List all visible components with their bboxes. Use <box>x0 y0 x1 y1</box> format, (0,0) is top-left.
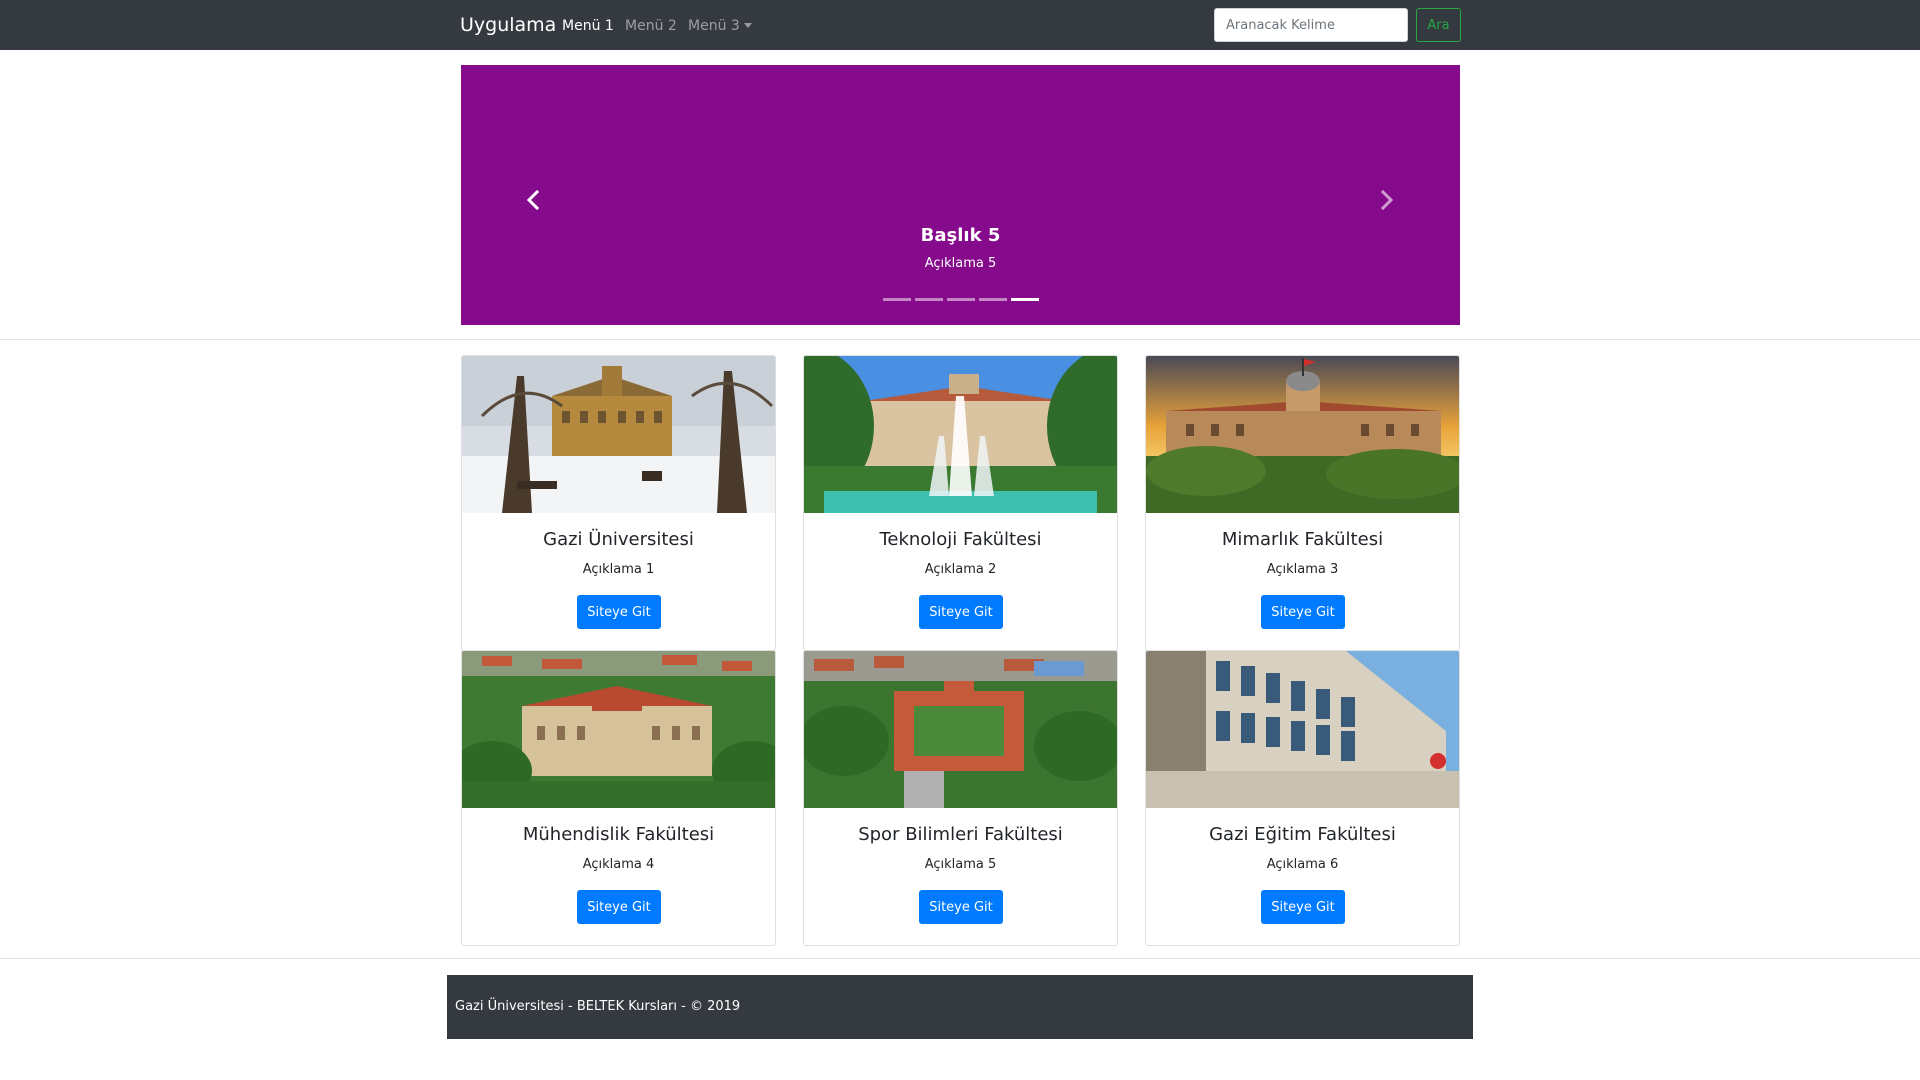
carousel-caption: Başlık 5 Açıklama 5 <box>461 224 1460 272</box>
card-title: Gazi Üniversitesi <box>543 529 694 550</box>
card-title: Mimarlık Fakültesi <box>1221 529 1384 550</box>
footer-text: Gazi Üniversitesi - BELTEK Kursları - © … <box>455 999 741 1014</box>
carousel-indicator-4[interactable] <box>978 298 1007 301</box>
nav-link-menu-1[interactable]: Menü 1 <box>562 17 614 35</box>
card-text: Açıklama 1 <box>582 562 655 577</box>
card-text: Açıklama 6 <box>1266 857 1339 872</box>
campus-snow-photo <box>462 356 775 513</box>
caret-down-icon <box>743 23 752 28</box>
card-title: Mühendislik Fakültesi <box>522 824 715 845</box>
card-title: Spor Bilimleri Fakültesi <box>858 824 1063 845</box>
card-title: Teknoloji Fakültesi <box>879 529 1042 550</box>
navbar-brand[interactable]: Uygulama <box>460 13 556 37</box>
carousel-indicators <box>461 298 1460 301</box>
search-input[interactable] <box>1214 8 1408 42</box>
card-mimarlik-fakultesi: Mimarlık Fakültesi Açıklama 3 Siteye Git <box>1145 355 1460 651</box>
carousel-indicator-2[interactable] <box>914 298 943 301</box>
navbar-inner: Uygulama Menü 1 Menü 2 Menü 3 Ara <box>460 0 1461 50</box>
divider-top <box>0 339 1920 340</box>
chevron-left-icon <box>526 190 540 210</box>
card-teknoloji-fakultesi: Teknoloji Fakültesi Açıklama 2 Siteye Gi… <box>803 355 1118 651</box>
divider-bottom <box>0 958 1920 959</box>
carousel-indicator-3[interactable] <box>946 298 975 301</box>
card-site-button[interactable]: Siteye Git <box>577 595 661 629</box>
footer: Gazi Üniversitesi - BELTEK Kursları - © … <box>447 975 1473 1039</box>
card-text: Açıklama 4 <box>582 857 655 872</box>
card-site-button[interactable]: Siteye Git <box>919 595 1003 629</box>
navbar: Uygulama Menü 1 Menü 2 Menü 3 Ara <box>0 0 1920 50</box>
card-site-button[interactable]: Siteye Git <box>1261 595 1345 629</box>
carousel-indicator-5[interactable] <box>1010 298 1039 301</box>
sunset-building-photo <box>1146 356 1459 513</box>
card-text: Açıklama 5 <box>924 857 997 872</box>
search-button[interactable]: Ara <box>1416 8 1461 42</box>
aerial-campus-photo <box>462 651 775 808</box>
chevron-right-icon <box>1380 190 1394 210</box>
carousel-indicator-1[interactable] <box>882 298 911 301</box>
card-site-button[interactable]: Siteye Git <box>919 890 1003 924</box>
card-gazi-egitim-fakultesi: Gazi Eğitim Fakültesi Açıklama 6 Siteye … <box>1145 650 1460 946</box>
card-muhendislik-fakultesi: Mühendislik Fakültesi Açıklama 4 Siteye … <box>461 650 776 946</box>
carousel-caption-title: Başlık 5 <box>920 225 1001 246</box>
card-site-button[interactable]: Siteye Git <box>1261 890 1345 924</box>
carousel: Başlık 5 Açıklama 5 <box>461 65 1460 325</box>
card-spor-bilimleri-fakultesi: Spor Bilimleri Fakültesi Açıklama 5 Site… <box>803 650 1118 946</box>
card-text: Açıklama 2 <box>924 562 997 577</box>
modern-building-photo <box>1146 651 1459 808</box>
carousel-next-button[interactable] <box>1367 180 1407 220</box>
card-site-button[interactable]: Siteye Git <box>577 890 661 924</box>
nav-link-menu-2[interactable]: Menü 2 <box>625 17 677 35</box>
carousel-caption-text: Açıklama 5 <box>924 256 997 271</box>
nav-link-menu-3-dropdown[interactable]: Menü 3 <box>688 17 752 35</box>
card-gazi-universitesi: Gazi Üniversitesi Açıklama 1 Siteye Git <box>461 355 776 651</box>
card-title: Gazi Eğitim Fakültesi <box>1209 824 1396 845</box>
aerial-campus-photo-2 <box>804 651 1117 808</box>
nav-link-menu-3-label: Menü 3 <box>688 18 740 34</box>
card-text: Açıklama 3 <box>1266 562 1339 577</box>
fountain-building-photo <box>804 356 1117 513</box>
carousel-prev-button[interactable] <box>513 180 553 220</box>
